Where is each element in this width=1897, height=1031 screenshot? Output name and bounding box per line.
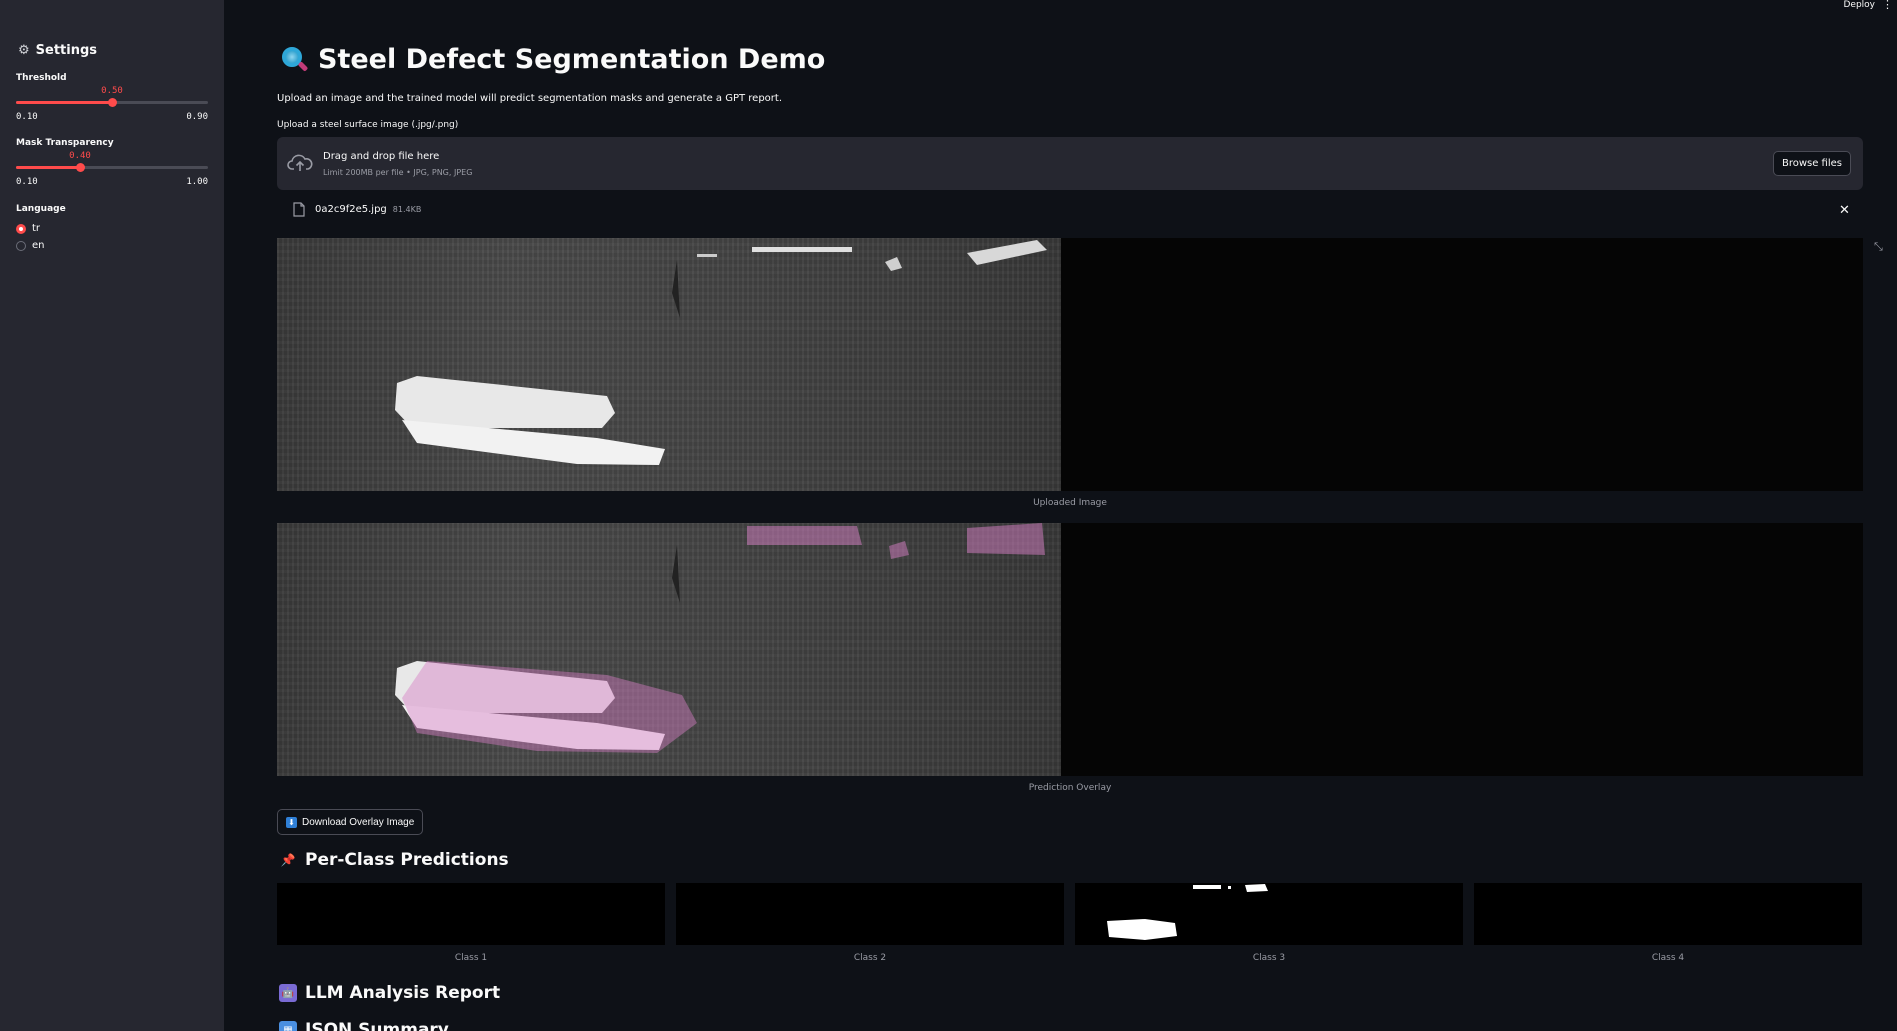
mask-transparency-max: 1.00 [186,177,208,187]
threshold-label: Threshold [16,73,67,83]
class-2-mask [676,883,1064,945]
language-option-label: en [32,240,45,251]
deploy-button[interactable]: Deploy [1843,0,1875,10]
remove-file-icon[interactable]: ✕ [1839,203,1850,218]
download-arrow-icon: ⬇ [286,816,297,828]
magnifier-icon [282,46,309,73]
mask-transparency-fill [16,166,80,169]
json-summary-heading-text: JSON Summary [305,1020,449,1031]
prediction-overlay-image [277,523,1863,776]
uploaded-image [277,238,1863,491]
file-icon [293,202,305,217]
sidebar-title: ⚙ Settings [18,43,97,58]
page-description: Upload an image and the trained model wi… [277,93,782,104]
class-3-mask [1075,883,1463,945]
radio-unselected-icon[interactable] [16,240,26,251]
kebab-icon[interactable]: ⋮ [1882,0,1893,11]
llm-report-heading: 🤖 LLM Analysis Report [279,983,500,1003]
class-caption: Class 4 [1651,953,1685,963]
overlay-shapes [395,523,1045,753]
threshold-fill [16,101,112,104]
per-class-heading: 📌 Per-Class Predictions [279,850,509,870]
language-label: Language [16,204,66,214]
download-overlay-button[interactable]: ⬇ Download Overlay Image [277,809,424,835]
class-1-mask [277,883,665,945]
cloud-upload-icon [287,154,313,171]
download-overlay-label: Download Overlay Image [302,816,415,828]
chart-icon: ▦ [279,1021,297,1031]
class-4-mask [1474,883,1862,945]
file-dropzone[interactable]: Drag and drop file here Limit 200MB per … [277,137,1863,190]
threshold-slider[interactable]: 0.50 0.10 0.90 [16,84,208,124]
radio-selected-icon[interactable] [16,223,26,234]
threshold-min: 0.10 [16,112,38,122]
uploaded-file: 0a2c9f2e5.jpg 81.4KB [293,202,421,217]
page-title-text: Steel Defect Segmentation Demo [318,44,826,75]
mask-transparency-slider[interactable]: 0.40 0.10 1.00 [16,149,208,189]
language-option-en[interactable]: en [16,240,45,251]
per-class-heading-text: Per-Class Predictions [305,850,509,870]
page-title: Steel Defect Segmentation Demo [282,44,825,75]
sidebar: ⚙ Settings Threshold 0.50 0.10 0.90 Mask… [0,0,224,1031]
overlay-image-caption: Prediction Overlay [1028,783,1112,793]
pushpin-icon: 📌 [280,853,296,867]
mask-transparency-label: Mask Transparency [16,138,114,148]
llm-report-heading-text: LLM Analysis Report [305,983,501,1003]
dropzone-limit: Limit 200MB per file • JPG, PNG, JPEG [323,168,473,177]
gear-icon: ⚙ [18,43,30,58]
fullscreen-icon[interactable]: ⤡ [1874,240,1883,254]
threshold-value: 0.50 [101,86,123,96]
language-option-label: tr [32,223,41,234]
class-3-mask-shapes [1107,884,1268,940]
threshold-max: 0.90 [186,112,208,122]
defect-shapes [395,240,1047,465]
uploaded-image-caption: Uploaded Image [1033,498,1107,508]
uploader-label: Upload a steel surface image (.jpg/.png) [277,120,459,130]
class-caption: Class 3 [1252,953,1286,963]
json-summary-heading: ▦ JSON Summary [279,1020,449,1031]
mask-transparency-thumb[interactable] [76,163,85,172]
dropzone-title: Drag and drop file here [323,151,440,162]
threshold-thumb[interactable] [108,98,117,107]
class-caption: Class 1 [454,953,488,963]
mask-transparency-value: 0.40 [69,151,91,161]
browse-files-button[interactable]: Browse files [1772,151,1851,176]
robot-icon: 🤖 [279,984,297,1002]
sidebar-title-text: Settings [35,43,98,58]
class-caption: Class 2 [853,953,887,963]
file-size: 81.4KB [392,205,422,214]
mask-transparency-min: 0.10 [16,177,38,187]
file-name: 0a2c9f2e5.jpg [315,204,387,215]
language-option-tr[interactable]: tr [16,223,40,234]
